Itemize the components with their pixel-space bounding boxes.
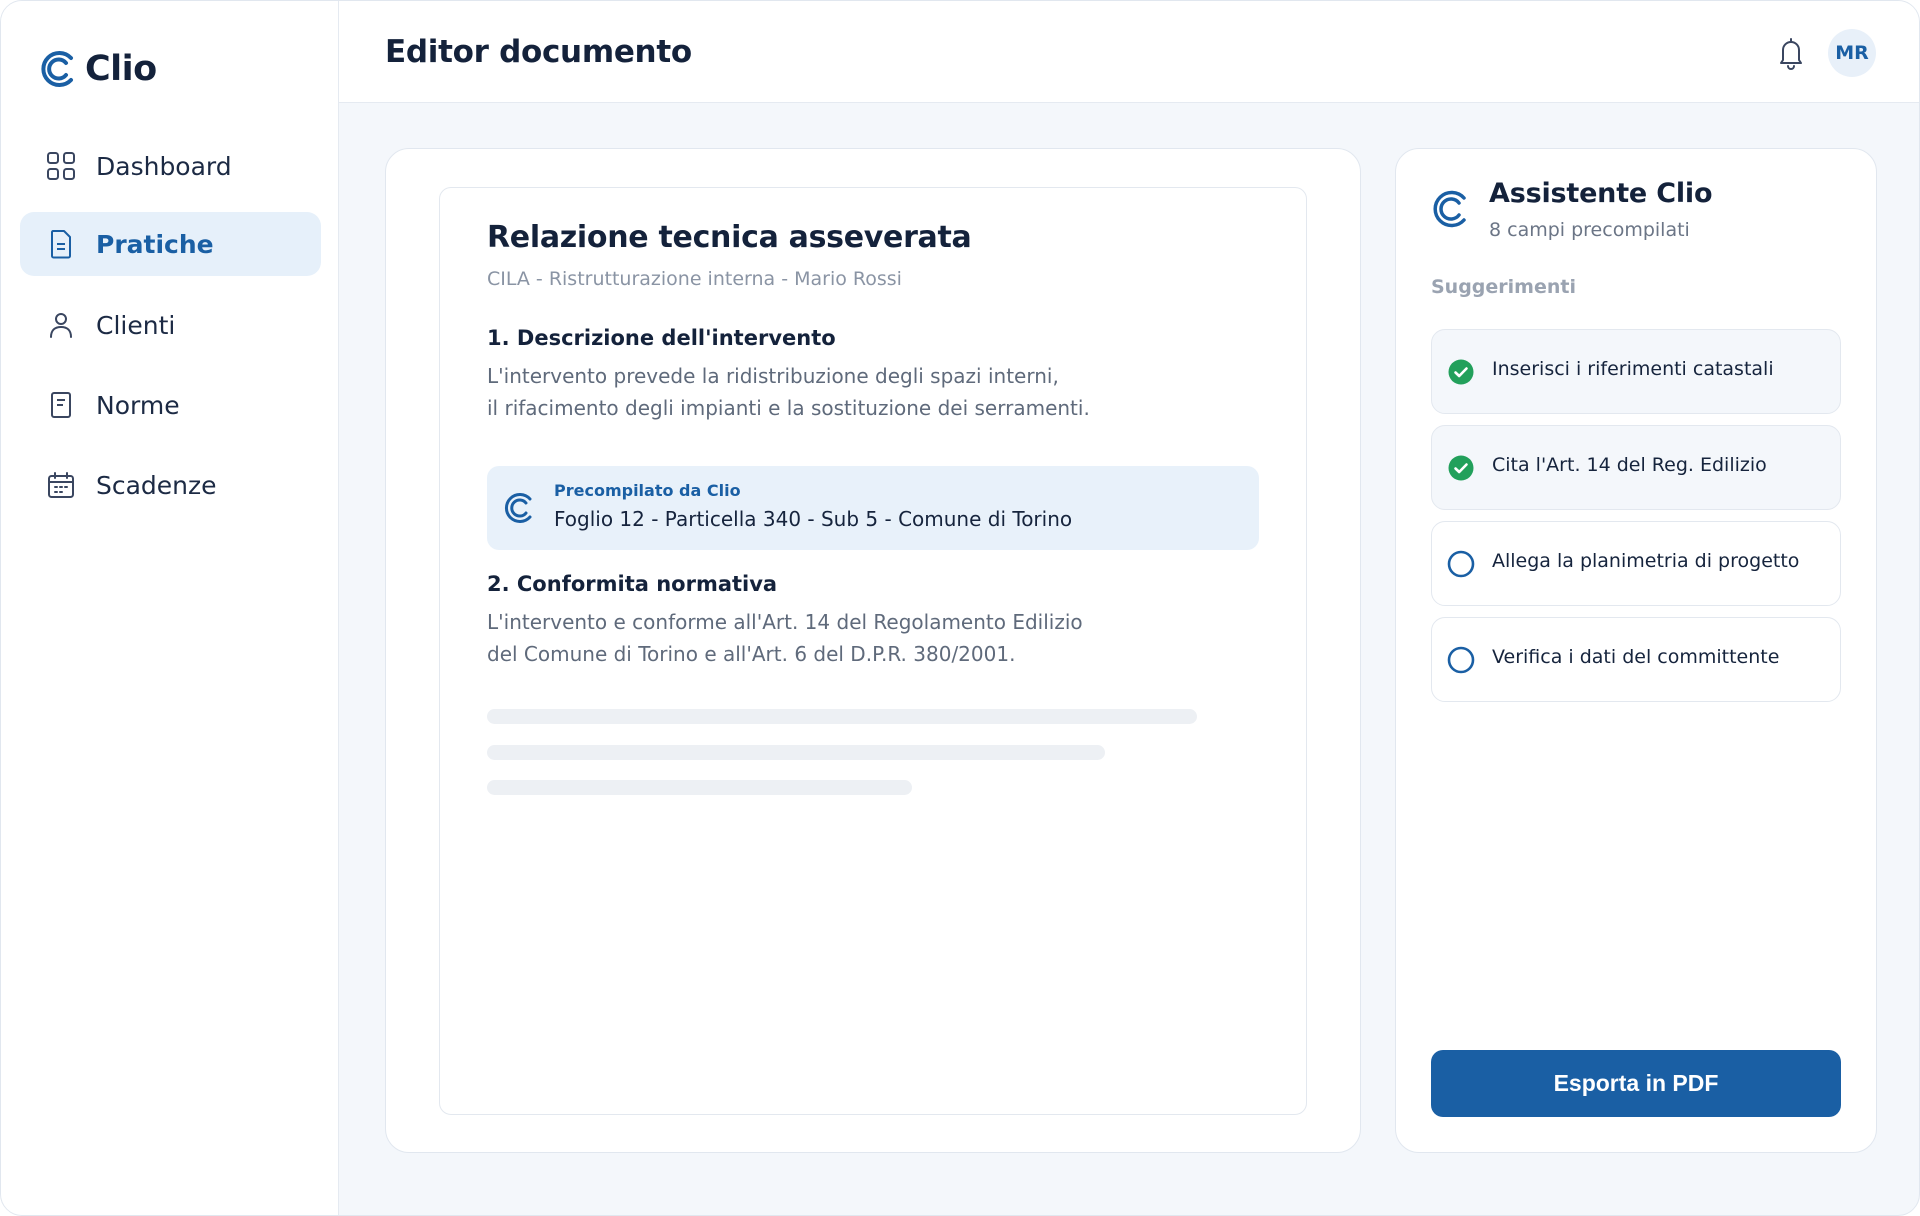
suggestion-label: Allega la planimetria di progetto	[1492, 550, 1800, 572]
section-title: 2. Conformita normativa	[487, 572, 778, 596]
sidebar-item-label: Scadenze	[96, 470, 217, 500]
check-circle-icon	[1448, 359, 1474, 385]
assistant-title: Assistente Clio	[1489, 178, 1713, 209]
section-line: il rifacimento degli impianti e la sosti…	[487, 396, 1090, 420]
grid-icon	[46, 151, 76, 181]
section-body[interactable]: L'intervento e conforme all'Art. 14 del …	[487, 606, 1187, 670]
document-page[interactable]: Relazione tecnica asseverata CILA - Rist…	[439, 187, 1307, 1115]
bell-icon[interactable]	[1775, 36, 1807, 70]
sidebar: Clio Dashboard Pratiche Clienti Norme Sc…	[1, 1, 339, 1215]
brand-name: Clio	[85, 49, 157, 89]
editor-panel: Relazione tecnica asseverata CILA - Rist…	[385, 148, 1361, 1153]
suggestion-item[interactable]: Allega la planimetria di progetto	[1431, 521, 1841, 606]
sidebar-item-clienti[interactable]: Clienti	[20, 293, 321, 357]
clio-logo-icon	[504, 493, 532, 523]
section-body[interactable]: L'intervento prevede la ridistribuzione …	[487, 360, 1187, 424]
document-title: Relazione tecnica asseverata	[487, 220, 972, 255]
suggestion-label: Inserisci i riferimenti catastali	[1492, 358, 1774, 380]
sidebar-item-scadenze[interactable]: Scadenze	[20, 453, 321, 517]
assistant-panel: Assistente Clio 8 campi precompilati Sug…	[1395, 148, 1877, 1153]
placeholder-line	[487, 780, 912, 795]
prefill-label: Precompilato da Clio	[554, 481, 741, 500]
clio-logo-icon	[1433, 190, 1466, 228]
placeholder-line	[487, 709, 1197, 724]
app-window: Clio Dashboard Pratiche Clienti Norme Sc…	[0, 0, 1920, 1216]
section-line: L'intervento e conforme all'Art. 14 del …	[487, 610, 1083, 634]
section-line: L'intervento prevede la ridistribuzione …	[487, 364, 1059, 388]
export-pdf-button[interactable]: Esporta in PDF	[1431, 1050, 1841, 1117]
sidebar-item-label: Dashboard	[96, 151, 232, 181]
brand-logo[interactable]: Clio	[37, 45, 157, 93]
assistant-subtitle: 8 campi precompilati	[1489, 219, 1690, 241]
avatar[interactable]: MR	[1828, 29, 1876, 77]
section-line: del Comune di Torino e all'Art. 6 del D.…	[487, 642, 1016, 666]
user-icon	[46, 310, 76, 340]
empty-circle-icon	[1447, 550, 1475, 578]
page-title: Editor documento	[385, 34, 692, 70]
sidebar-item-dashboard[interactable]: Dashboard	[20, 134, 321, 198]
sidebar-item-norme[interactable]: Norme	[20, 373, 321, 437]
suggestion-item[interactable]: Inserisci i riferimenti catastali	[1431, 329, 1841, 414]
sidebar-item-label: Clienti	[96, 310, 176, 340]
document-subtitle: CILA - Ristrutturazione interna - Mario …	[487, 268, 902, 290]
empty-circle-icon	[1447, 646, 1475, 674]
sidebar-item-label: Pratiche	[96, 229, 214, 259]
sidebar-item-label: Norme	[96, 390, 180, 420]
sidebar-item-pratiche[interactable]: Pratiche	[20, 212, 321, 276]
prefill-box[interactable]: Precompilato da Clio Foglio 12 - Partice…	[487, 466, 1259, 550]
placeholder-line	[487, 745, 1105, 760]
calendar-icon	[46, 470, 76, 500]
suggestion-item[interactable]: Cita l'Art. 14 del Reg. Edilizio	[1431, 425, 1841, 510]
top-bar: Editor documento MR	[339, 1, 1919, 103]
section-title: 1. Descrizione dell'intervento	[487, 326, 836, 350]
suggestion-label: Verifica i dati del committente	[1492, 646, 1780, 668]
suggestions-heading: Suggerimenti	[1431, 276, 1576, 298]
book-icon	[46, 390, 76, 420]
prefill-value: Foglio 12 - Particella 340 - Sub 5 - Com…	[554, 507, 1073, 531]
check-circle-icon	[1448, 455, 1474, 481]
suggestion-item[interactable]: Verifica i dati del committente	[1431, 617, 1841, 702]
suggestion-label: Cita l'Art. 14 del Reg. Edilizio	[1492, 454, 1767, 476]
clio-logo-icon	[41, 51, 73, 87]
document-icon	[46, 229, 76, 259]
